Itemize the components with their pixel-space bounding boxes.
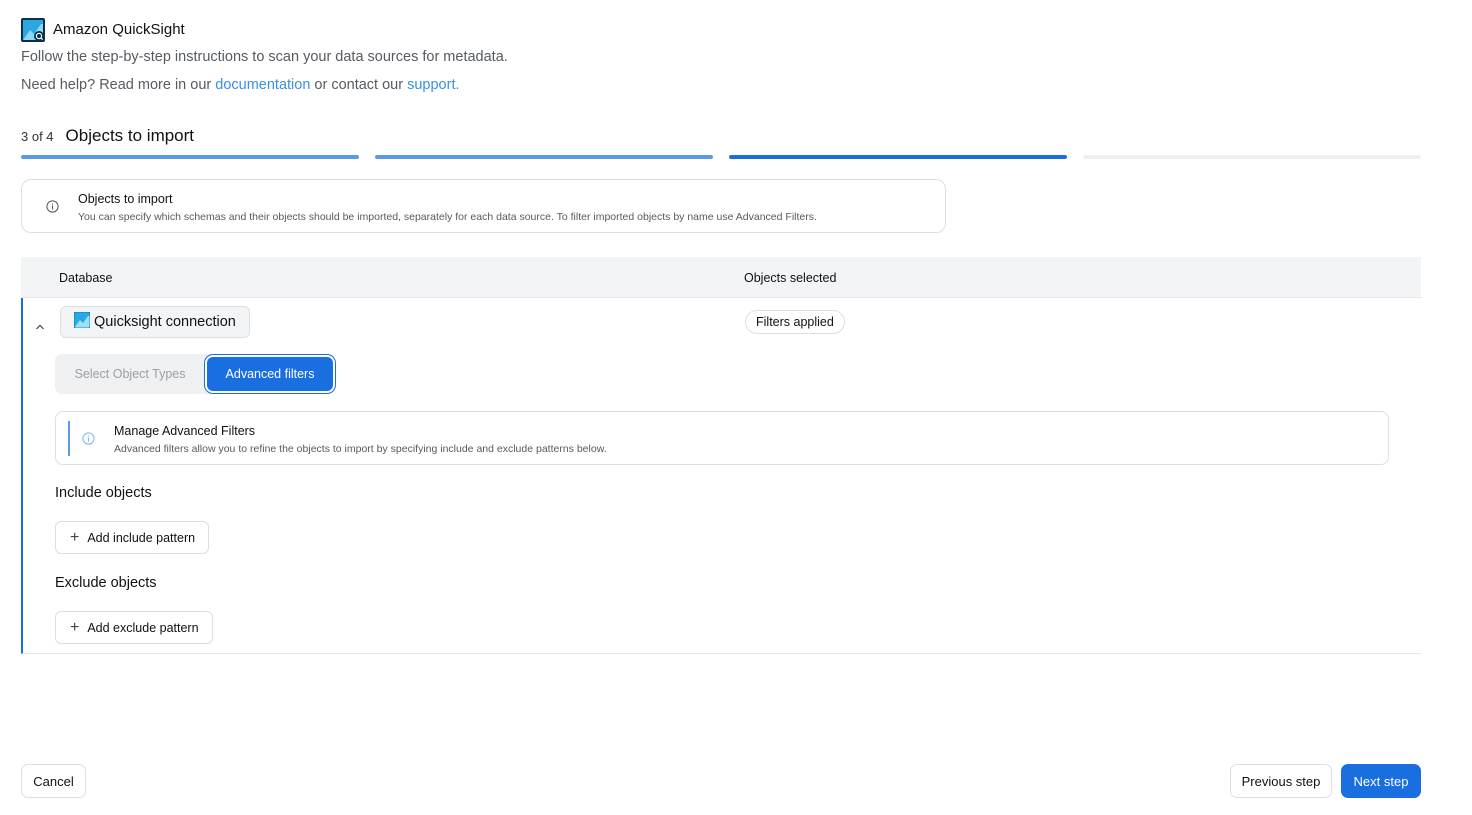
app-header: Amazon QuickSight [21, 17, 185, 42]
previous-step-button[interactable]: Previous step [1230, 764, 1332, 798]
objects-info-card: Objects to import You can specify which … [21, 179, 946, 233]
plus-icon: + [70, 528, 80, 546]
quicksight-logo-icon [21, 17, 45, 42]
cancel-button[interactable]: Cancel [21, 764, 86, 798]
add-include-label: Add include pattern [87, 530, 196, 545]
info-icon [46, 200, 59, 218]
wizard-progress [21, 155, 1421, 159]
progress-step-4 [1083, 155, 1421, 159]
filter-mode-tabs: Select Object Types Advanced filters [55, 354, 335, 394]
next-step-button[interactable]: Next step [1341, 764, 1421, 798]
progress-step-1 [21, 155, 359, 159]
exclude-objects-label: Exclude objects [55, 575, 157, 591]
info-card-title: Objects to import [78, 192, 173, 206]
step-counter: 3 of 4 [21, 129, 54, 144]
tab-select-object-types[interactable]: Select Object Types [57, 357, 203, 391]
card-accent-bar [68, 421, 70, 456]
plus-icon: + [70, 618, 80, 636]
column-objects-selected: Objects selected [744, 271, 837, 285]
include-objects-label: Include objects [55, 485, 152, 501]
page-subtitle: Follow the step-by-step instructions to … [21, 49, 508, 65]
step-header: 3 of 4 Objects to import [21, 126, 194, 146]
manage-filters-card: Manage Advanced Filters Advanced filters… [55, 411, 1389, 465]
info-icon [82, 432, 95, 450]
step-title: Objects to import [65, 126, 195, 145]
chevron-up-icon[interactable] [35, 318, 45, 336]
tab-advanced-filters[interactable]: Advanced filters [207, 357, 333, 391]
help-prefix: Need help? Read more in our [21, 77, 216, 93]
table-header: Database Objects selected [21, 257, 1421, 298]
filters-applied-badge: Filters applied [745, 310, 845, 334]
info-card-description: You can specify which schemas and their … [78, 211, 817, 223]
table-row: Quicksight connection Filters applied Se… [21, 298, 1421, 654]
support-link[interactable]: support. [407, 77, 459, 93]
quicksight-icon [73, 311, 91, 332]
add-include-pattern-button[interactable]: + Add include pattern [55, 521, 210, 554]
add-exclude-label: Add exclude pattern [87, 620, 199, 635]
manage-card-description: Advanced filters allow you to refine the… [114, 443, 607, 455]
documentation-link[interactable]: documentation [215, 77, 310, 93]
connection-name: Quicksight connection [94, 314, 236, 330]
help-middle: or contact our [310, 77, 408, 93]
progress-step-2 [375, 155, 713, 159]
progress-step-3 [729, 155, 1067, 159]
manage-card-title: Manage Advanced Filters [114, 424, 256, 438]
app-title: Amazon QuickSight [53, 21, 185, 38]
help-text: Need help? Read more in our documentatio… [21, 77, 460, 93]
add-exclude-pattern-button[interactable]: + Add exclude pattern [55, 611, 213, 644]
column-database: Database [59, 271, 113, 285]
connection-chip[interactable]: Quicksight connection [60, 306, 250, 338]
